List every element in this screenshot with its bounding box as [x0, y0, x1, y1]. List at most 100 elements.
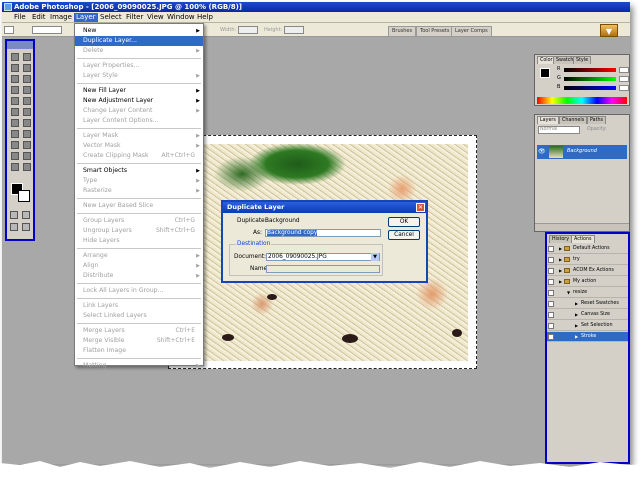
tool-icon[interactable] — [23, 108, 31, 116]
tool-icon[interactable] — [11, 163, 19, 171]
menu-select[interactable]: Select — [98, 13, 124, 22]
toolbox-grip[interactable] — [7, 41, 33, 49]
mode-button[interactable] — [22, 211, 30, 219]
cancel-button[interactable]: Cancel — [388, 230, 420, 240]
tool-icon[interactable] — [11, 64, 19, 72]
blend-mode-select[interactable]: Normal — [538, 126, 580, 134]
tab-paths[interactable]: Paths — [587, 116, 607, 124]
action-row-default-actions[interactable]: ▶ Default Actions — [547, 244, 628, 254]
expand-arrow-icon[interactable]: ▶ — [559, 244, 562, 254]
tool-icon[interactable] — [23, 64, 31, 72]
menu-view[interactable]: View — [145, 13, 166, 22]
expand-arrow-icon[interactable]: ▶ — [575, 321, 578, 331]
expand-arrow-icon[interactable]: ▶ — [575, 332, 578, 342]
expand-arrow-icon[interactable]: ▶ — [575, 299, 578, 309]
channel-slider[interactable] — [564, 77, 616, 81]
tool-icon[interactable] — [23, 119, 31, 127]
well-tab-layer-comps[interactable]: Layer Comps — [451, 26, 492, 36]
tool-icon[interactable] — [11, 97, 19, 105]
tab-actions[interactable]: Actions — [571, 235, 595, 243]
foreground-color-swatch[interactable] — [540, 68, 550, 78]
toggle-checkbox[interactable] — [548, 323, 554, 329]
action-row-my-action[interactable]: ▶ My action — [547, 277, 628, 287]
tool-icon[interactable] — [23, 75, 31, 83]
menu-item-smart-objects[interactable]: Smart Objects ▶ — [75, 166, 203, 176]
tool-icon[interactable] — [23, 152, 31, 160]
tab-layers[interactable]: Layers — [537, 116, 559, 124]
mode-button[interactable] — [10, 223, 18, 231]
expand-arrow-icon[interactable]: ▶ — [559, 266, 562, 276]
menu-file[interactable]: File — [12, 13, 28, 22]
toggle-checkbox[interactable] — [548, 312, 554, 318]
menu-help[interactable]: Help — [195, 13, 215, 22]
toggle-checkbox[interactable] — [548, 268, 554, 274]
mode-button[interactable] — [22, 223, 30, 231]
menu-item-new-fill-layer[interactable]: New Fill Layer ▶ — [75, 86, 203, 96]
selection-mode-buttons[interactable] — [32, 26, 62, 34]
tool-preset-picker[interactable] — [4, 26, 14, 34]
action-row-try[interactable]: ▶ try — [547, 255, 628, 265]
close-icon[interactable]: ✕ — [416, 203, 425, 212]
menu-item-duplicate-layer[interactable]: Duplicate Layer... — [75, 36, 203, 46]
menu-image[interactable]: Image — [48, 13, 74, 22]
name-input[interactable] — [266, 265, 380, 273]
channel-value-input[interactable] — [619, 85, 629, 91]
tool-icon[interactable] — [11, 152, 19, 160]
tool-icon[interactable] — [23, 130, 31, 138]
as-input[interactable]: Background copy — [265, 229, 381, 237]
tool-icon[interactable] — [23, 86, 31, 94]
expand-arrow-icon[interactable]: ▶ — [559, 255, 562, 265]
action-row-set-selection[interactable]: ▶ Set Selection — [547, 321, 628, 331]
expand-arrow-icon[interactable]: ▶ — [575, 310, 578, 320]
menu-item-new[interactable]: New ▶ — [75, 26, 203, 36]
tab-channels[interactable]: Channels — [559, 116, 588, 124]
channel-value-input[interactable] — [619, 76, 629, 82]
toggle-checkbox[interactable] — [548, 290, 554, 296]
tab-style[interactable]: Style — [573, 56, 592, 64]
menu-edit[interactable]: Edit — [30, 13, 48, 22]
tool-icon[interactable] — [23, 141, 31, 149]
go-to-bridge-button[interactable]: ▼ — [600, 24, 618, 37]
action-row-canvas-size[interactable]: ▶ Canvas Size — [547, 310, 628, 320]
expand-arrow-icon[interactable]: ▶ — [559, 277, 562, 287]
tool-icon[interactable] — [11, 53, 19, 61]
background-color-swatch[interactable] — [18, 190, 30, 202]
channel-value-input[interactable] — [619, 67, 629, 73]
mode-button[interactable] — [10, 211, 18, 219]
tool-icon[interactable] — [11, 119, 19, 127]
ok-button[interactable]: OK — [388, 217, 420, 227]
menu-item-new-adjustment-layer[interactable]: New Adjustment Layer ▶ — [75, 96, 203, 106]
channel-slider[interactable] — [564, 86, 616, 90]
tool-icon[interactable] — [11, 86, 19, 94]
tool-icon[interactable] — [23, 163, 31, 171]
action-row-stroke[interactable]: ▶ Stroke — [547, 332, 628, 342]
width-input[interactable] — [238, 26, 258, 34]
action-row-resize[interactable]: ▼ resize — [547, 288, 628, 298]
tool-icon[interactable] — [11, 130, 19, 138]
menu-window[interactable]: Window — [165, 13, 197, 22]
channel-slider[interactable] — [564, 68, 616, 72]
well-tab-brushes[interactable]: Brushes — [388, 26, 417, 36]
eye-icon[interactable]: 👁 — [538, 148, 546, 155]
tab-history[interactable]: History — [549, 235, 573, 243]
toggle-checkbox[interactable] — [548, 246, 554, 252]
document-select[interactable]: 2006_09090025.JPG ▼ — [266, 253, 380, 261]
action-row-acom-ex-actions[interactable]: ▶ ACOM Ex Actions — [547, 266, 628, 276]
toggle-checkbox[interactable] — [548, 334, 554, 340]
toggle-checkbox[interactable] — [548, 301, 554, 307]
tool-icon[interactable] — [23, 97, 31, 105]
tool-icon[interactable] — [11, 141, 19, 149]
well-tab-tool-presets[interactable]: Tool Presets — [416, 26, 454, 36]
tool-icon[interactable] — [23, 53, 31, 61]
tool-icon[interactable] — [11, 75, 19, 83]
action-row-reset-swatches[interactable]: ▶ Reset Swatches — [547, 299, 628, 309]
menu-filter[interactable]: Filter — [124, 13, 145, 22]
expand-arrow-icon[interactable]: ▼ — [567, 288, 570, 298]
color-ramp[interactable] — [537, 97, 627, 104]
height-input[interactable] — [284, 26, 304, 34]
menu-layer[interactable]: Layer — [74, 13, 98, 22]
layer-row-background[interactable]: 👁 Background — [537, 145, 627, 159]
tool-icon[interactable] — [11, 108, 19, 116]
toggle-checkbox[interactable] — [548, 279, 554, 285]
toggle-checkbox[interactable] — [548, 257, 554, 263]
